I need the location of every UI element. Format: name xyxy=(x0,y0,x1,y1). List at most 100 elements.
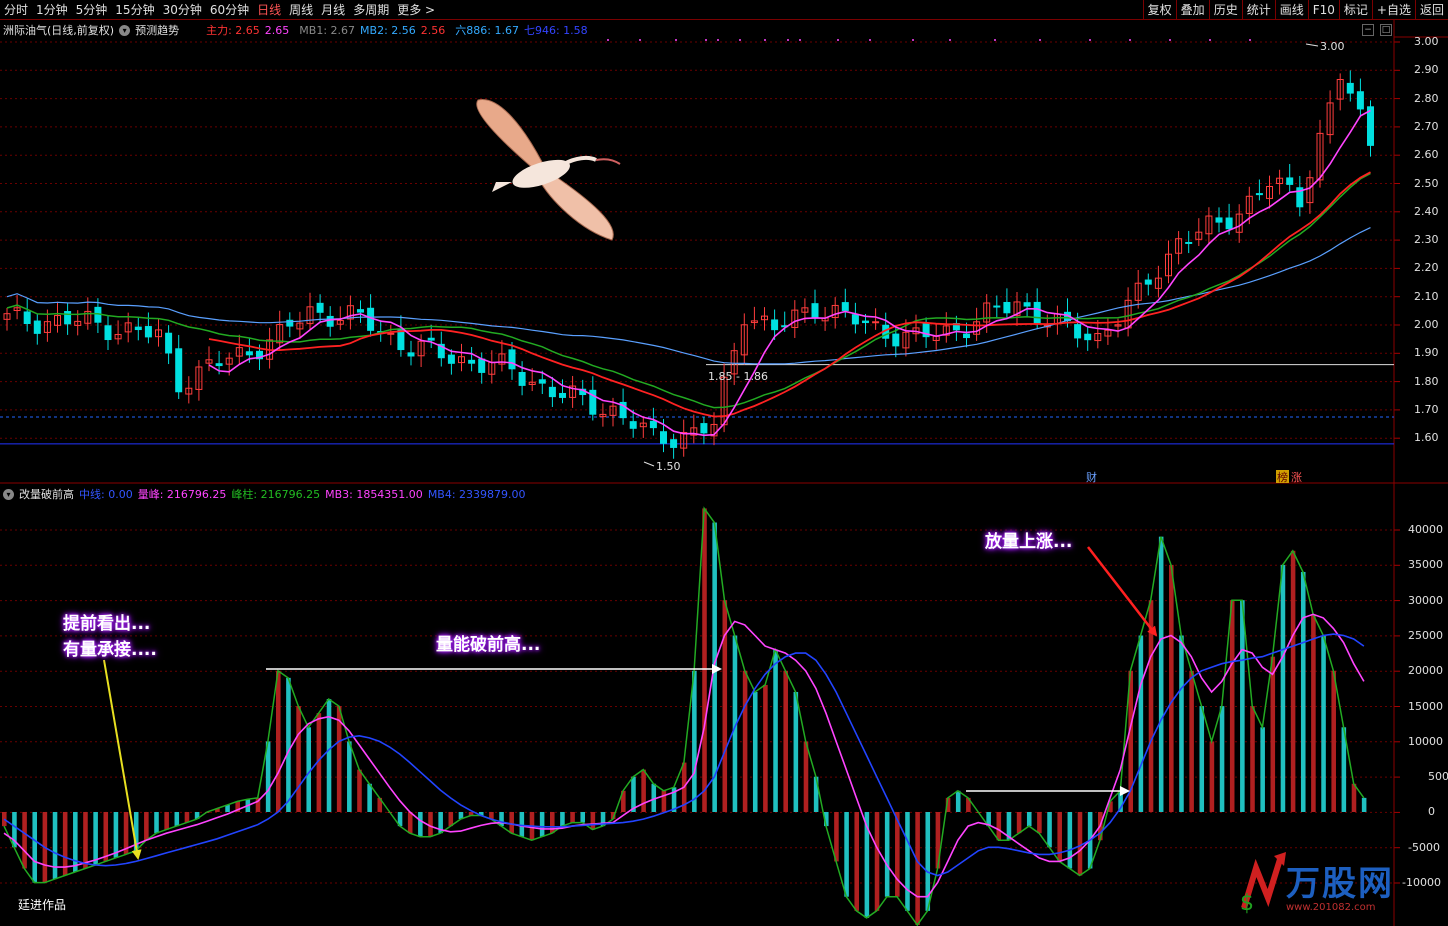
candle-body xyxy=(559,392,566,398)
volume-bar xyxy=(499,812,504,827)
volume-pane xyxy=(2,506,1367,926)
volume-bar xyxy=(1077,812,1083,876)
volume-bar xyxy=(1047,812,1052,848)
volume-bar xyxy=(73,812,78,873)
signal-dot xyxy=(739,39,741,41)
candle-body xyxy=(407,352,415,357)
signal-dot xyxy=(1169,39,1171,41)
signal-dot xyxy=(717,39,719,41)
arrow-early xyxy=(103,659,142,860)
volume-bar xyxy=(742,670,748,812)
high-pointer xyxy=(1305,43,1319,47)
candle-body xyxy=(862,320,869,324)
volume-bar xyxy=(763,684,768,812)
event-zhang: 涨 xyxy=(1291,471,1302,484)
volume-bar xyxy=(357,769,362,812)
volume-bar xyxy=(1290,550,1296,812)
candle-body xyxy=(629,421,637,429)
volume-bar xyxy=(1270,656,1276,812)
volume-bar xyxy=(367,783,372,812)
volume-bar xyxy=(1057,812,1062,862)
candle-body xyxy=(1255,193,1263,196)
volume-bar xyxy=(539,812,545,837)
volume-bar xyxy=(1260,727,1265,812)
volume-bar xyxy=(550,812,555,834)
price-tick-label: 2.20 xyxy=(1414,261,1439,275)
candle-body xyxy=(1074,324,1082,339)
price-tick-label: 2.60 xyxy=(1414,148,1439,162)
candle-body xyxy=(245,351,253,356)
volume-bar xyxy=(844,812,849,897)
signal-dot xyxy=(1089,39,1091,41)
volume-bar xyxy=(1311,614,1316,812)
candle-body xyxy=(134,326,142,331)
candle-body xyxy=(811,303,819,318)
price-tick-label: 1.80 xyxy=(1414,374,1439,388)
candle-body xyxy=(538,379,546,384)
candle-body xyxy=(427,337,435,341)
volume-bar xyxy=(915,812,920,925)
candle-body xyxy=(548,386,556,398)
candle-body xyxy=(518,372,526,386)
volume-bar xyxy=(1138,635,1144,812)
candle-body xyxy=(387,332,395,335)
volume-bar xyxy=(1026,812,1032,827)
candle-body xyxy=(1215,217,1223,223)
volume-bar xyxy=(1361,797,1367,812)
price-tick-label: 2.80 xyxy=(1414,91,1439,105)
volume-bar xyxy=(1300,571,1306,812)
annotation-breakout: 量能破前高... xyxy=(436,635,541,655)
signal-dot xyxy=(675,39,677,41)
volume-bar xyxy=(1240,600,1245,812)
volume-bar xyxy=(1219,706,1225,812)
volume-bar xyxy=(874,812,880,911)
volume-bar xyxy=(103,812,109,862)
candle-body xyxy=(1084,333,1092,341)
signal-dot xyxy=(799,39,801,41)
volume-bar xyxy=(32,812,38,883)
volume-bar xyxy=(1280,564,1286,812)
volume-bar xyxy=(296,706,301,812)
price-tick-label: 2.00 xyxy=(1414,318,1439,331)
volume-bar xyxy=(1209,741,1215,812)
volume-bar xyxy=(793,691,799,812)
volume-bar xyxy=(1037,812,1042,834)
ma-line-blue xyxy=(6,227,1371,365)
low-label: 1.50 xyxy=(656,460,681,473)
volume-tick-label: 35000 xyxy=(1408,558,1443,572)
candle-body xyxy=(1356,91,1364,110)
high-label: 3.00 xyxy=(1320,40,1345,53)
volume-tick-label: 25000 xyxy=(1408,628,1443,642)
candle-body xyxy=(851,314,859,325)
signal-dot xyxy=(607,39,609,41)
range-label: 1.85 - 1.86 xyxy=(708,370,768,383)
candle-body xyxy=(993,305,1001,308)
volume-tick-label: 0 xyxy=(1428,805,1435,819)
candle-body xyxy=(1185,241,1193,244)
svg-text:$: $ xyxy=(1240,891,1254,916)
volume-bar xyxy=(1199,706,1205,812)
volume-bar xyxy=(62,812,68,876)
signal-dot xyxy=(1209,39,1211,41)
volume-bar xyxy=(580,812,586,823)
volume-bar xyxy=(347,741,352,812)
price-tick-label: 2.30 xyxy=(1414,233,1439,247)
volume-bar xyxy=(52,812,58,880)
volume-bar xyxy=(692,670,697,812)
volume-bar xyxy=(1250,706,1255,812)
volume-bar xyxy=(154,812,159,834)
signal-dot xyxy=(912,39,914,41)
signal-dot xyxy=(837,39,839,41)
volume-bar xyxy=(702,508,707,812)
chart-canvas[interactable]: 3.00 1.50 1.85 - 1.86 财 榜涨 xyxy=(0,0,1448,926)
event-bang: 榜 xyxy=(1277,470,1288,484)
volume-bar xyxy=(93,812,98,865)
volume-bar xyxy=(773,649,778,812)
volume-bar xyxy=(1179,635,1184,812)
annotation-rise: 放量上涨... xyxy=(985,532,1073,552)
candle-body xyxy=(144,326,152,338)
volume-bar xyxy=(996,812,1002,841)
candle-body xyxy=(670,439,678,448)
signal-dot xyxy=(787,39,789,41)
volume-bar xyxy=(1229,600,1235,812)
